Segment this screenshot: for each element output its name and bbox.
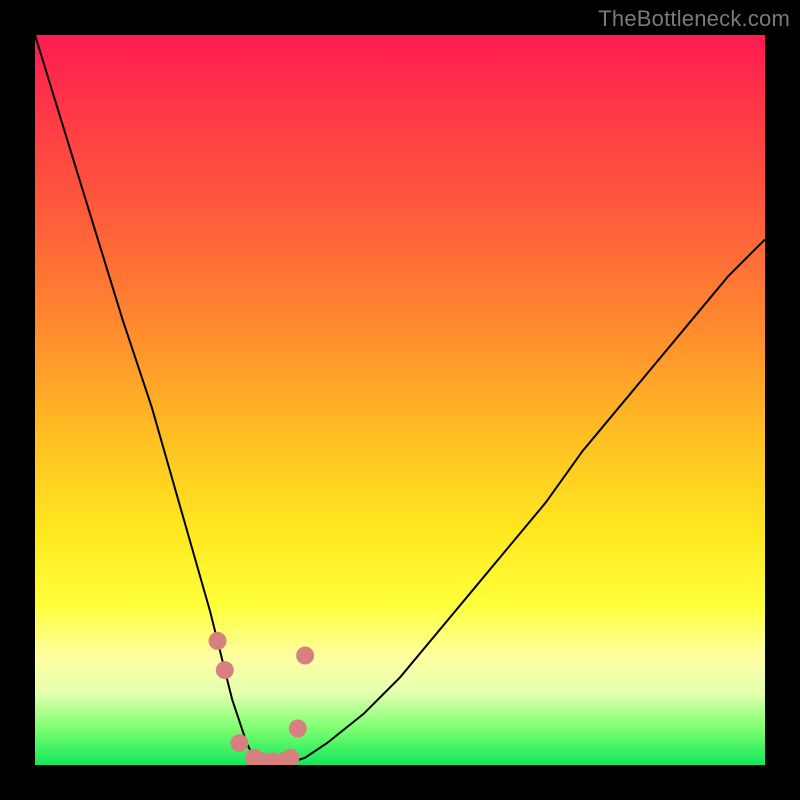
- valley-marker: [281, 749, 299, 765]
- chart-frame: TheBottleneck.com: [0, 0, 800, 800]
- valley-marker: [216, 661, 234, 679]
- valley-marker: [289, 719, 307, 737]
- valley-marker: [230, 734, 248, 752]
- curve-path: [35, 35, 765, 765]
- plot-area: [35, 35, 765, 765]
- curve-svg: [35, 35, 765, 765]
- valley-marker: [208, 632, 226, 650]
- watermark-text: TheBottleneck.com: [598, 6, 790, 32]
- valley-marker: [296, 646, 314, 664]
